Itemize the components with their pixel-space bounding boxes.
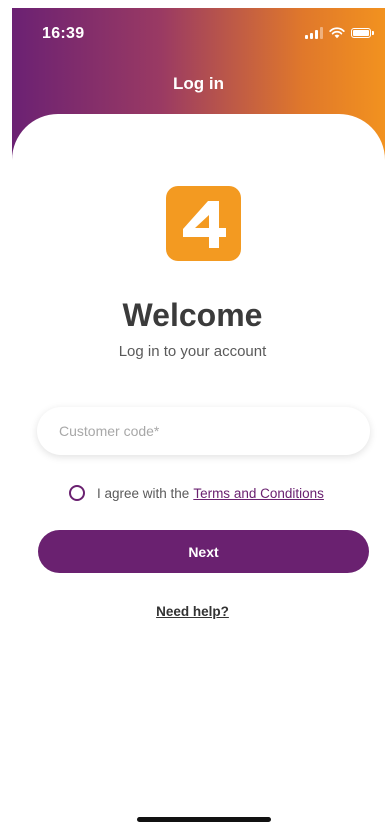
customer-code-input[interactable] [37,407,370,455]
status-icons [305,27,374,39]
logo-four-icon [183,201,226,248]
signal-icon [305,27,323,39]
wifi-icon [329,27,345,39]
status-time: 16:39 [42,25,85,42]
battery-icon [351,28,374,38]
welcome-title: Welcome [122,297,263,333]
next-button[interactable]: Next [38,530,369,573]
login-screen: 16:39 Log in Welcome Log in to your acco… [0,0,385,822]
terms-agreement-text: I agree with the [97,485,190,501]
terms-and-conditions-link[interactable]: Terms and Conditions [193,486,324,501]
need-help-link[interactable]: Need help? [0,604,385,619]
terms-radio-button[interactable] [69,485,85,501]
customer-code-field-wrapper [37,407,370,455]
status-bar: 16:39 [12,18,385,48]
page-title: Log in [173,74,224,93]
app-logo [166,186,241,261]
welcome-subtitle: Log in to your account [118,343,267,360]
terms-agreement-row: I agree with the Terms and Conditions [69,483,324,503]
home-indicator[interactable] [137,817,271,822]
